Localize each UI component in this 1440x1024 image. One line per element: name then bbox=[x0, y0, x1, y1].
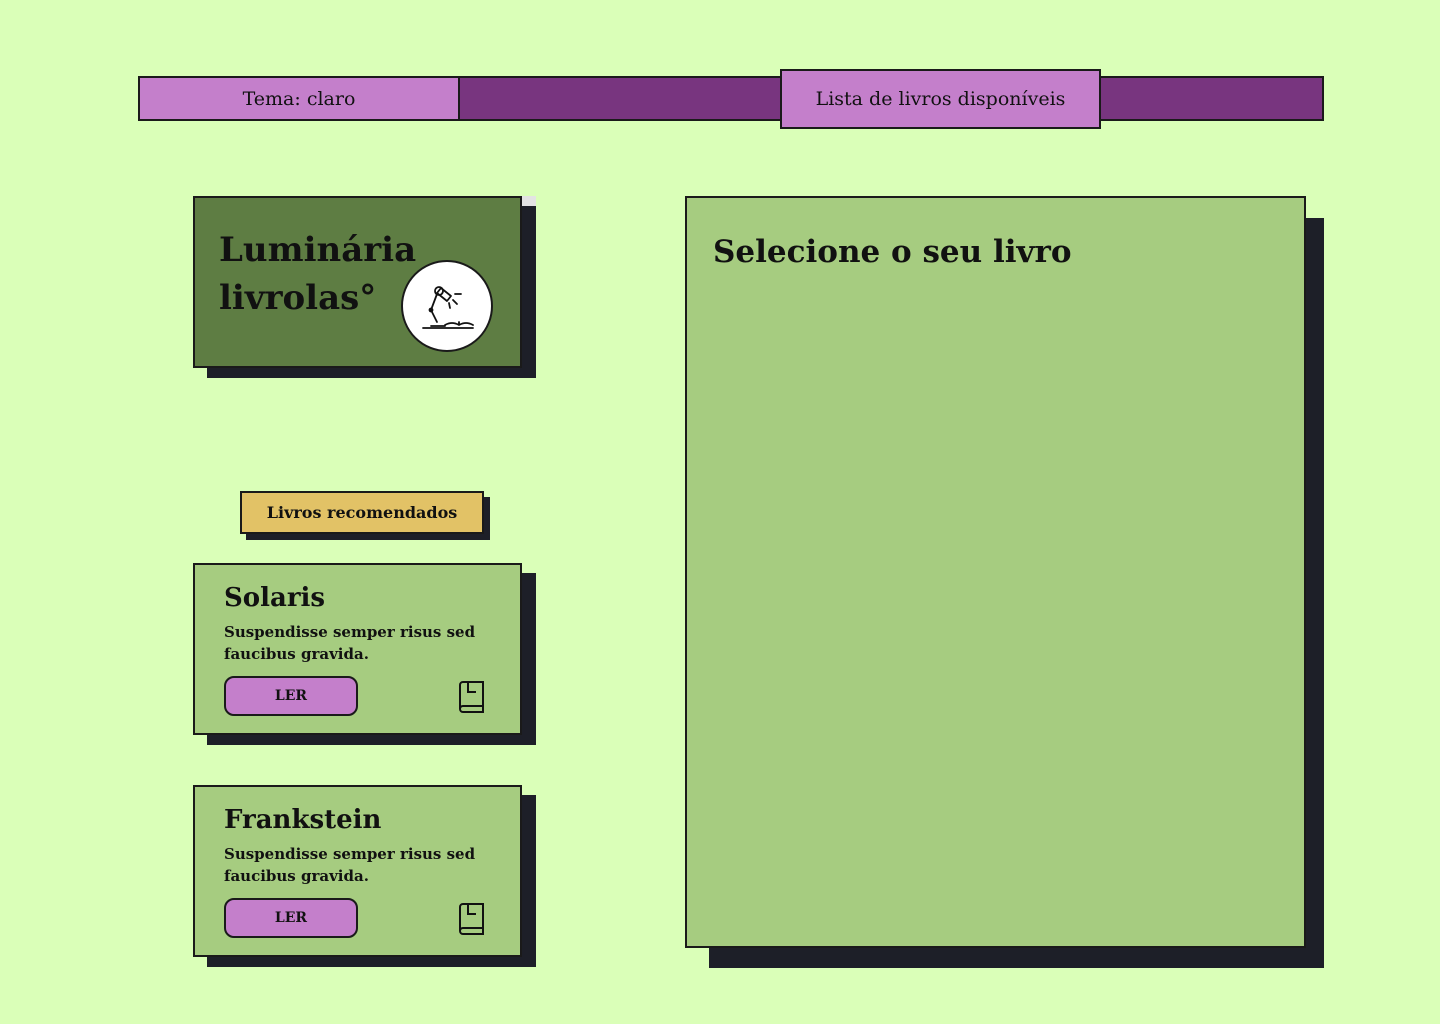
desk-lamp-book-icon bbox=[422, 286, 474, 329]
logo-title-line1: Luminária bbox=[219, 230, 417, 270]
read-button-label: LER bbox=[274, 910, 308, 926]
logo-badge bbox=[401, 260, 493, 352]
nav-bar-segment bbox=[1099, 76, 1324, 121]
tab-book-list[interactable]: Lista de livros disponíveis bbox=[780, 69, 1101, 129]
book-title: Solaris bbox=[224, 583, 326, 613]
read-button[interactable]: LER bbox=[224, 898, 358, 938]
read-button[interactable]: LER bbox=[224, 676, 358, 716]
tab-theme-toggle[interactable]: Tema: claro bbox=[138, 76, 460, 121]
tab-theme-label: Tema: claro bbox=[242, 87, 356, 110]
main-title: Selecione o seu livro bbox=[713, 234, 1072, 270]
book-icon[interactable] bbox=[457, 903, 485, 935]
book-card-frankstein: Frankstein Suspendisse semper risus sed … bbox=[193, 785, 522, 957]
book-title: Frankstein bbox=[224, 805, 382, 835]
read-button-label: LER bbox=[274, 688, 308, 704]
book-card-solaris: Solaris Suspendisse semper risus sed fau… bbox=[193, 563, 522, 735]
recommended-heading: Livros recomendados bbox=[240, 491, 484, 534]
tab-book-list-label: Lista de livros disponíveis bbox=[815, 88, 1066, 110]
book-selection-panel: Selecione o seu livro bbox=[685, 196, 1306, 948]
book-icon[interactable] bbox=[457, 681, 485, 713]
recommended-heading-text: Livros recomendados bbox=[266, 503, 458, 522]
logo-title: Luminária livrolas° bbox=[219, 226, 416, 322]
logo-title-line2: livrolas° bbox=[219, 278, 377, 318]
book-description: Suspendisse semper risus sed faucibus gr… bbox=[224, 623, 476, 663]
logo-card: Luminária livrolas° bbox=[193, 196, 522, 368]
book-description: Suspendisse semper risus sed faucibus gr… bbox=[224, 845, 476, 885]
nav-bar-segment bbox=[458, 76, 782, 121]
